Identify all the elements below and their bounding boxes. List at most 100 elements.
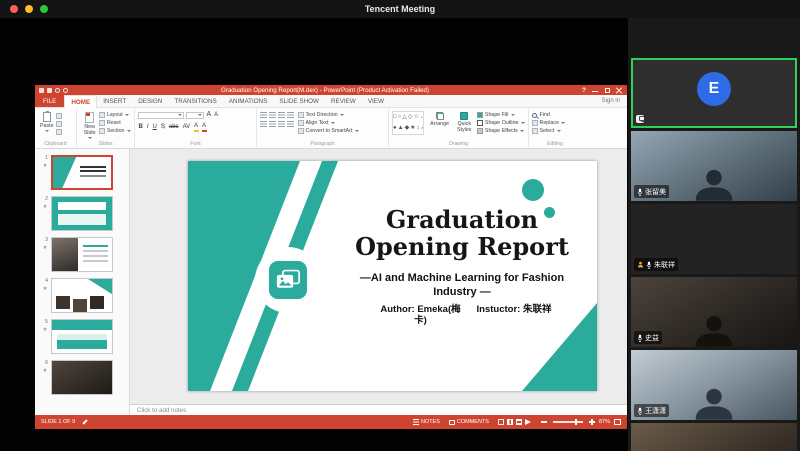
participant-name: 朱联祥: [654, 260, 675, 270]
close-icon[interactable]: [616, 87, 622, 93]
bullets-icon[interactable]: [260, 112, 267, 118]
tab-file[interactable]: FILE: [35, 95, 64, 107]
zoom-slider[interactable]: [553, 421, 583, 423]
sign-in-link[interactable]: Sign in: [602, 95, 627, 107]
slide-thumbnail-1[interactable]: [51, 155, 113, 190]
align-center-icon[interactable]: [269, 121, 276, 127]
meeting-titlebar: Tencent Meeting: [0, 0, 800, 18]
slide-title[interactable]: Graduation Opening Report: [334, 207, 590, 261]
shape-fill-button[interactable]: Shape Fill: [477, 112, 525, 118]
shapes-row-2: ●▲◆★↕↗: [393, 123, 423, 134]
tab-insert[interactable]: INSERT: [97, 95, 132, 107]
slide-thumbnail-5[interactable]: [51, 319, 113, 354]
font-color-button[interactable]: A: [202, 122, 207, 132]
current-slide[interactable]: Graduation Opening Report —AI and Machin…: [188, 161, 597, 391]
participant-name-tag: Screen shared by E...: [636, 115, 644, 123]
justify-icon[interactable]: [287, 121, 294, 127]
text-direction-button[interactable]: Text Direction: [298, 112, 359, 118]
participant-tile[interactable]: 张留美: [631, 131, 797, 201]
status-bar: SLIDE 1 OF 9 NOTES COMMENTS 87%: [35, 415, 627, 429]
pen-icon[interactable]: [82, 419, 88, 425]
character-spacing-button[interactable]: AV: [182, 123, 191, 131]
shape-outline-button[interactable]: Shape Outline: [477, 120, 525, 126]
cut-icon[interactable]: [56, 113, 62, 119]
increase-font-icon[interactable]: A: [206, 111, 212, 119]
tab-slide-show[interactable]: SLIDE SHOW: [273, 95, 325, 107]
shapes-gallery[interactable]: □○△◇☆↔ ●▲◆★↕↗: [392, 111, 424, 135]
strikethrough-button[interactable]: abc: [168, 123, 179, 131]
undo-icon[interactable]: [55, 88, 60, 93]
slideshow-icon[interactable]: [525, 419, 531, 425]
slide-number: 3: [35, 237, 48, 243]
participant-tile[interactable]: [631, 423, 797, 451]
quick-styles-label: Quick Styles: [457, 121, 471, 133]
person-silhouette: [685, 385, 743, 420]
numbering-icon[interactable]: [269, 112, 276, 118]
find-button[interactable]: Find: [532, 112, 578, 118]
tab-review[interactable]: REVIEW: [325, 95, 362, 107]
slide-thumbnail-4[interactable]: [51, 278, 113, 313]
section-button[interactable]: Section: [99, 128, 131, 134]
arrange-button[interactable]: Arrange: [428, 111, 451, 128]
underline-button[interactable]: U: [152, 123, 157, 131]
align-text-button[interactable]: Align Text: [298, 120, 359, 126]
slide-subtitle[interactable]: —AI and Machine Learning for Fashion Ind…: [334, 272, 590, 300]
notes-pane[interactable]: Click to add notes: [130, 404, 627, 415]
bold-button[interactable]: B: [138, 123, 143, 131]
slide-thumbnail-6[interactable]: [51, 360, 113, 395]
highlight-color-button[interactable]: A: [194, 122, 199, 132]
fit-slide-icon[interactable]: [614, 419, 621, 425]
slide-sorter-icon[interactable]: [507, 419, 513, 425]
save-icon[interactable]: [47, 88, 52, 93]
shape-effects-button[interactable]: Shape Effects: [477, 128, 525, 134]
format-painter-icon[interactable]: [56, 129, 62, 135]
participant-tile[interactable]: 王潇潇: [631, 350, 797, 420]
participant-tile[interactable]: 史益: [631, 277, 797, 347]
tab-view[interactable]: VIEW: [362, 95, 390, 107]
replace-button[interactable]: Replace: [532, 120, 578, 126]
quick-styles-button[interactable]: Quick Styles: [455, 111, 473, 134]
tab-home[interactable]: HOME: [64, 95, 97, 108]
tab-design[interactable]: DESIGN: [132, 95, 168, 107]
zoom-out-icon[interactable]: [541, 421, 547, 423]
comments-toggle-button[interactable]: COMMENTS: [449, 419, 489, 425]
reading-view-icon[interactable]: [516, 419, 522, 425]
paste-button[interactable]: Paste: [38, 111, 56, 133]
slide-thumbnail-2[interactable]: [51, 196, 113, 231]
normal-view-icon[interactable]: [498, 419, 504, 425]
align-right-icon[interactable]: [278, 121, 285, 127]
font-name-select[interactable]: [138, 112, 184, 119]
slide-authors[interactable]: Author: Emeka(梅卡) Instuctor: 朱联祥: [344, 304, 584, 327]
arrange-icon: [436, 112, 444, 120]
increase-indent-icon[interactable]: [287, 112, 294, 118]
font-size-select[interactable]: [186, 112, 204, 119]
convert-smartart-button[interactable]: Convert to SmartArt: [298, 128, 359, 134]
italic-button[interactable]: I: [146, 123, 149, 131]
tab-transitions[interactable]: TRANSITIONS: [168, 95, 222, 107]
align-left-icon[interactable]: [260, 121, 267, 127]
participant-tile[interactable]: 朱联祥: [631, 204, 797, 274]
slide-number: 2: [35, 196, 48, 202]
decrease-indent-icon[interactable]: [278, 112, 285, 118]
help-icon[interactable]: ?: [582, 87, 586, 94]
clipboard-group: Paste Clipboard: [35, 108, 77, 148]
select-button[interactable]: Select: [532, 128, 578, 134]
text-shadow-button[interactable]: S: [160, 123, 165, 131]
zoom-level[interactable]: 87%: [599, 419, 610, 425]
new-slide-button[interactable]: New Slide: [80, 111, 99, 140]
slide-number: 6: [35, 360, 48, 366]
layout-button[interactable]: Layout: [99, 112, 131, 118]
author-text: Author: Emeka(梅卡): [377, 304, 465, 327]
copy-icon[interactable]: [56, 121, 62, 127]
minimize-icon[interactable]: [592, 87, 598, 93]
participant-tile-screen-share[interactable]: E Screen shared by E...: [631, 58, 797, 128]
notes-toggle-button[interactable]: NOTES: [413, 419, 440, 425]
zoom-slider-thumb[interactable]: [575, 419, 578, 425]
zoom-in-icon[interactable]: [589, 419, 595, 425]
reset-button[interactable]: Reset: [99, 120, 131, 126]
tab-animations[interactable]: ANIMATIONS: [223, 95, 274, 107]
slide-thumbnail-3[interactable]: [51, 237, 113, 272]
slide-canvas: Graduation Opening Report —AI and Machin…: [130, 149, 627, 404]
decrease-font-icon[interactable]: A: [214, 111, 219, 119]
maximize-icon[interactable]: [604, 87, 610, 93]
